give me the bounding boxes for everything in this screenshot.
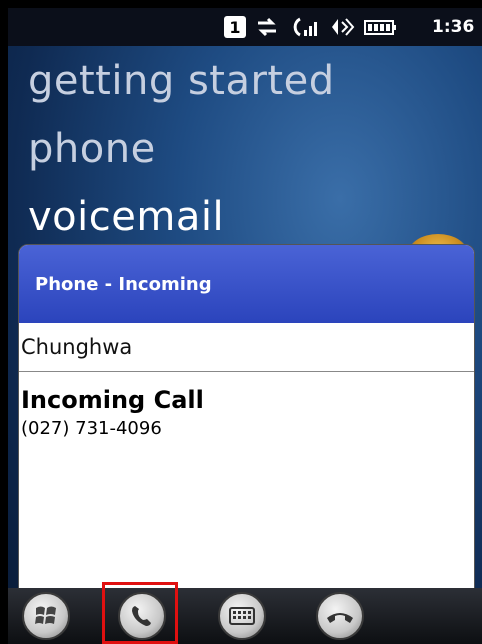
clock-time: 1:36 <box>432 17 475 37</box>
keypad-icon <box>218 592 266 640</box>
battery-icon <box>364 15 398 39</box>
menu-item-getting-started[interactable]: getting started <box>28 58 335 104</box>
answer-button-highlight <box>102 582 178 644</box>
windows-logo-icon <box>22 592 70 640</box>
call-info: Incoming Call (027) 731-4096 <box>19 372 474 453</box>
carrier-name: Chunghwa <box>19 323 474 372</box>
speaker-icon <box>326 15 356 39</box>
phone-hangup-icon <box>316 592 364 640</box>
status-bar: 1 1:36 <box>8 8 482 46</box>
bottom-taskbar <box>8 588 482 644</box>
incoming-call-dialog: Phone - Incoming Chunghwa Incoming Call … <box>18 244 475 596</box>
keypad-button[interactable] <box>216 592 268 640</box>
menu-item-phone[interactable]: phone <box>28 126 156 172</box>
data-transfer-icon <box>254 15 280 39</box>
sim-1-icon: 1 <box>224 16 246 38</box>
caller-number: (027) 731-4096 <box>21 418 162 439</box>
dialog-title: Phone - Incoming <box>19 245 474 323</box>
call-title: Incoming Call <box>21 386 204 414</box>
menu-item-voicemail[interactable]: voicemail <box>28 194 224 240</box>
start-button[interactable] <box>20 592 72 640</box>
phone-screen: 1 1:36 getting started phone voicemail P… <box>8 8 482 644</box>
signal-strength-icon <box>288 15 318 39</box>
end-call-button[interactable] <box>314 592 366 640</box>
